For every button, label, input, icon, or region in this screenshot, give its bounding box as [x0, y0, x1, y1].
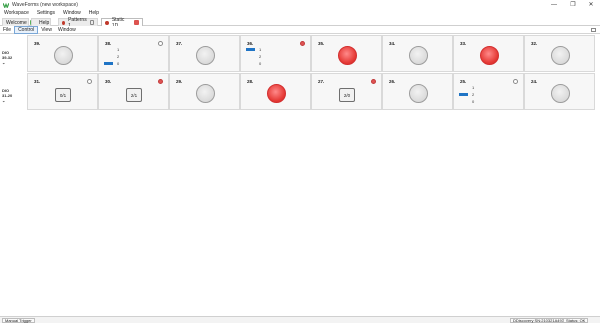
slider-tick-label: 0 — [259, 61, 262, 66]
status-indicator: Status: OK — [563, 318, 589, 323]
slider-tick-label: 2 — [259, 54, 262, 59]
slider-tick-label: 0 — [472, 99, 475, 104]
patterns-record-icon — [62, 20, 66, 25]
tab-patterns-close-icon[interactable] — [89, 20, 94, 25]
dio-cell[interactable]: 36. 1 2 0 — [240, 35, 311, 72]
status-dot-icon — [158, 79, 163, 84]
slider-tick-label: 2 — [472, 92, 475, 97]
dio-cell[interactable]: 38. 1 2 0 — [98, 35, 169, 72]
device-indicator[interactable]: DDiscovery SN:210321A493E — [510, 318, 570, 323]
dio-cell[interactable]: 26. — [382, 73, 453, 110]
dio-channel-number: 28. — [247, 79, 254, 84]
dio-channel-number: 26. — [389, 79, 396, 84]
status-dot-icon — [87, 79, 92, 84]
status-dot-icon — [371, 79, 376, 84]
dio-cell[interactable]: 31. 0/1 — [27, 73, 98, 110]
slider-handle[interactable] — [104, 62, 113, 65]
waveforms-logo-icon — [3, 2, 9, 8]
close-button[interactable]: ✕ — [582, 0, 600, 9]
led-on-indicator — [480, 46, 499, 65]
slider-tick-label: 1 — [472, 85, 475, 90]
dio-cell[interactable]: 33. — [453, 35, 524, 72]
manual-trigger-button[interactable]: Manual Trigger — [2, 318, 35, 323]
row-label-dio-39-32: DIO 39-32 ⌄ — [2, 50, 26, 65]
title-bar: WaveForms (new workspace) — [0, 0, 600, 9]
chevron-down-icon[interactable]: ⌄ — [2, 60, 26, 65]
window-title: WaveForms (new workspace) — [12, 1, 78, 8]
menu-help[interactable]: Help — [85, 10, 103, 16]
workspace-tab-strip: Welcome Help Patterns 1 Static 1D — [0, 17, 600, 29]
dock-icon[interactable] — [591, 28, 596, 32]
tab-static[interactable]: Static 1D — [101, 17, 143, 29]
dio-cell[interactable]: 27. 2/0 — [311, 73, 382, 110]
dio-cell[interactable]: 35. — [311, 35, 382, 72]
menu-settings[interactable]: Settings — [33, 10, 59, 16]
status-dot-icon — [158, 41, 163, 46]
menu-bar: Workspace Settings Window Help — [0, 9, 600, 17]
status-dot-icon — [513, 79, 518, 84]
dio-channel-number: 33. — [460, 41, 467, 46]
led-on-indicator — [338, 46, 357, 65]
dio-channel-number: 37. — [176, 41, 183, 46]
dio-cell[interactable]: 24. — [524, 73, 595, 110]
dio-channel-number: 35. — [318, 41, 325, 46]
dio-cell[interactable]: 28. — [240, 73, 311, 110]
slider-tick-label: 1 — [117, 47, 120, 52]
menu-workspace[interactable]: Workspace — [0, 10, 33, 16]
menu-window[interactable]: Window — [59, 10, 85, 16]
level-slider[interactable]: 1 2 0 — [104, 46, 134, 68]
submenu-window[interactable]: Window — [55, 27, 79, 33]
submenu-file[interactable]: File — [0, 27, 14, 33]
submenu-control[interactable]: Control — [14, 25, 39, 34]
led-off-indicator — [409, 46, 428, 65]
level-slider[interactable]: 1 2 0 — [246, 46, 276, 68]
dio-cell[interactable]: 39. — [27, 35, 98, 72]
slider-tick-label: 2 — [117, 54, 120, 59]
dio-channel-number: 29. — [176, 79, 183, 84]
toggle-button[interactable]: 0/1 — [55, 88, 71, 102]
led-off-indicator — [409, 84, 428, 103]
dio-channel-number: 30. — [105, 79, 112, 84]
dio-cell[interactable]: 30. 2/1 — [98, 73, 169, 110]
led-off-indicator — [551, 84, 570, 103]
slider-handle[interactable] — [246, 48, 255, 51]
instrument-menu-bar: File Control View Window — [0, 25, 600, 34]
dio-channel-number: 34. — [389, 41, 396, 46]
maximize-button[interactable]: ❐ — [564, 0, 582, 9]
submenu-view[interactable]: View — [38, 27, 55, 33]
static-io-grid: DIO 39-32 ⌄ DIO 31-20 ⌄ 39. 38. 1 2 0 37. 36. 1… — [0, 35, 600, 113]
slider-tick-label: 1 — [259, 47, 262, 52]
tab-help-label: Help — [39, 19, 50, 26]
led-on-indicator — [267, 84, 286, 103]
slider-tick-label: 0 — [117, 61, 120, 66]
status-dot-icon — [300, 41, 305, 46]
led-off-indicator — [196, 46, 215, 65]
minimize-button[interactable]: — — [545, 0, 563, 9]
level-slider[interactable]: 1 2 0 — [459, 84, 489, 106]
toggle-button[interactable]: 2/1 — [126, 88, 142, 102]
dio-channel-number: 31. — [34, 79, 41, 84]
dio-channel-number: 39. — [34, 41, 41, 46]
dio-cell[interactable]: 32. — [524, 35, 595, 72]
static-record-icon — [105, 20, 109, 25]
led-off-indicator — [551, 46, 570, 65]
chevron-down-icon[interactable]: ⌄ — [2, 98, 26, 103]
dio-cell[interactable]: 37. — [169, 35, 240, 72]
tab-static-close-icon[interactable] — [134, 20, 139, 25]
dio-channel-number: 24. — [531, 79, 538, 84]
dio-channel-number: 32. — [531, 41, 538, 46]
tab-patterns[interactable]: Patterns 1 — [58, 17, 98, 29]
dio-channel-number: 27. — [318, 79, 325, 84]
dio-cell[interactable]: 29. — [169, 73, 240, 110]
dio-cell[interactable]: 25. 1 2 0 — [453, 73, 524, 110]
dio-cell[interactable]: 34. — [382, 35, 453, 72]
status-bar: Manual Trigger DDiscovery SN:210321A493E… — [0, 316, 600, 323]
led-off-indicator — [196, 84, 215, 103]
toggle-button[interactable]: 2/0 — [339, 88, 355, 102]
led-off-indicator — [54, 46, 73, 65]
slider-handle[interactable] — [459, 93, 468, 96]
row-label-dio-31-20: DIO 31-20 ⌄ — [2, 88, 26, 103]
